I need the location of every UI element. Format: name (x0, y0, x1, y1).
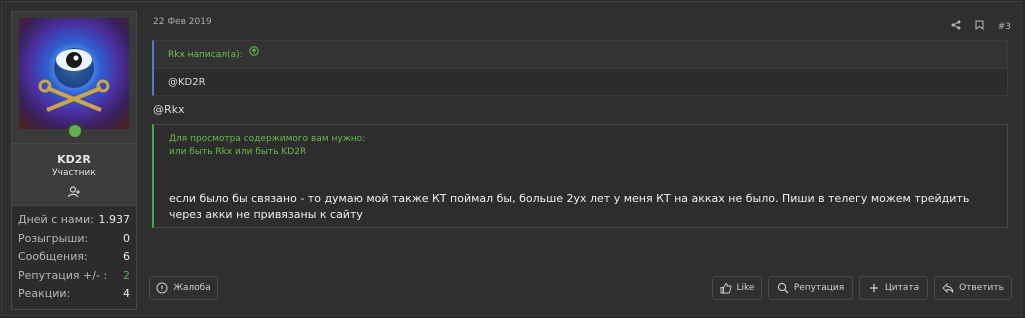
report-label: Жалоба (173, 283, 211, 293)
arrow-up-circle-icon[interactable] (249, 41, 260, 68)
report-button[interactable]: Жалоба (149, 276, 218, 300)
stat-value: 0 (123, 231, 130, 245)
stat-reactions: Реакции: 4 (18, 285, 130, 304)
user-stats: Дней с нами: 1.937 Розыгрыши: 0 Сообщени… (12, 205, 136, 309)
bookmark-icon[interactable] (975, 20, 984, 33)
reputation-button[interactable]: Репутация (768, 276, 853, 300)
stat-label: Реакции: (18, 287, 71, 300)
quote-label: Цитата (884, 283, 920, 293)
post-number[interactable]: #3 (998, 22, 1011, 32)
like-button[interactable]: Like (712, 276, 762, 300)
username[interactable]: KD2R (12, 153, 136, 166)
stat-days: Дней с нами: 1.937 (18, 211, 130, 230)
hidden-notice: Для просмотра содержимого вам нужно: или… (154, 125, 1007, 159)
stat-giveaways: Розыгрыши: 0 (18, 230, 130, 249)
stat-value: 4 (123, 287, 130, 300)
avatar-art (38, 48, 110, 112)
info-icon (156, 282, 168, 294)
user-sidebar: KD2R Участник Дней с нами: 1.937 Розыгры… (11, 11, 137, 310)
post-tools: #3 (951, 20, 1011, 33)
stat-label: Дней с нами: (18, 213, 94, 226)
hidden-content-block: Для просмотра содержимого вам нужно: или… (152, 124, 1008, 228)
stat-label: Сообщения: (18, 250, 88, 263)
user-add-icon[interactable] (12, 183, 136, 202)
quote-author: Rkx написал(а): (168, 50, 243, 60)
stat-reputation: Репутация +/- : 2 (18, 267, 130, 286)
stat-label: Репутация +/- : (18, 268, 108, 282)
post-date[interactable]: 22 Фев 2019 (153, 17, 212, 27)
hidden-notice-line2: или быть Rkx или быть KD2R (169, 147, 307, 157)
quote-block: Rkx написал(а): @KD2R (152, 40, 1008, 96)
stat-value: 1.937 (98, 213, 131, 226)
reply-icon (942, 282, 954, 294)
reply-label: Ответить (959, 283, 1004, 293)
post-body-text: если было бы связано - то думаю мой такж… (169, 192, 970, 221)
quote-text: @KD2R (154, 68, 1007, 96)
avatar-container (12, 12, 136, 143)
search-icon (777, 282, 789, 294)
user-info: KD2R Участник (12, 143, 136, 205)
quote-header[interactable]: Rkx написал(а): (154, 41, 1007, 68)
user-title: Участник (52, 168, 96, 178)
share-icon[interactable] (951, 20, 961, 33)
quote-button[interactable]: Цитата (859, 276, 928, 300)
hidden-notice-line1: Для просмотра содержимого вам нужно: (169, 134, 366, 144)
online-status-icon (67, 123, 83, 139)
stat-value: 2 (123, 268, 130, 282)
stat-label: Розыгрыши: (18, 231, 89, 245)
thumbs-up-icon (720, 282, 732, 294)
reputation-label: Репутация (793, 283, 845, 293)
reply-button[interactable]: Ответить (934, 276, 1012, 300)
stat-value: 6 (123, 250, 130, 263)
plus-icon (868, 282, 880, 294)
like-label: Like (736, 283, 755, 293)
mention[interactable]: @Rkx (153, 103, 185, 116)
avatar[interactable] (19, 18, 129, 129)
stat-messages: Сообщения: 6 (18, 248, 130, 267)
